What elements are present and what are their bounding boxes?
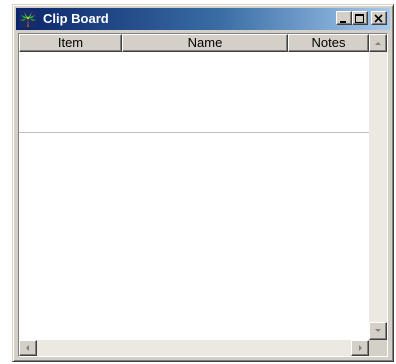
row-divider xyxy=(19,132,369,133)
column-header-name[interactable]: Name xyxy=(122,34,288,52)
arrow-up-icon xyxy=(375,42,381,45)
horizontal-scrollbar[interactable] xyxy=(19,340,369,356)
scroll-up-button[interactable] xyxy=(369,34,387,52)
close-icon xyxy=(374,14,383,23)
window-title: Clip Board xyxy=(43,11,109,26)
title-bar[interactable]: Clip Board xyxy=(16,8,390,30)
minimize-button[interactable] xyxy=(336,11,352,25)
scroll-down-button[interactable] xyxy=(369,322,387,340)
clip-board-window: Clip Board Item Name Notes xyxy=(12,4,394,362)
clip-list[interactable]: Item Name Notes xyxy=(18,33,388,357)
maximize-button[interactable] xyxy=(352,11,368,25)
arrow-right-icon xyxy=(359,345,362,351)
arrow-left-icon xyxy=(26,345,29,351)
scroll-left-button[interactable] xyxy=(19,340,37,356)
close-button[interactable] xyxy=(371,11,387,25)
maximize-icon xyxy=(355,14,364,23)
palm-tree-icon[interactable] xyxy=(19,10,37,28)
arrow-down-icon xyxy=(375,329,381,332)
list-rows[interactable] xyxy=(19,52,369,340)
minimize-icon xyxy=(340,21,346,23)
vertical-scrollbar[interactable] xyxy=(369,34,387,340)
scroll-right-button[interactable] xyxy=(351,340,369,356)
list-header: Item Name Notes xyxy=(19,34,369,52)
column-header-notes[interactable]: Notes xyxy=(288,34,369,52)
scrollbar-corner xyxy=(369,340,387,356)
column-header-item[interactable]: Item xyxy=(19,34,122,52)
